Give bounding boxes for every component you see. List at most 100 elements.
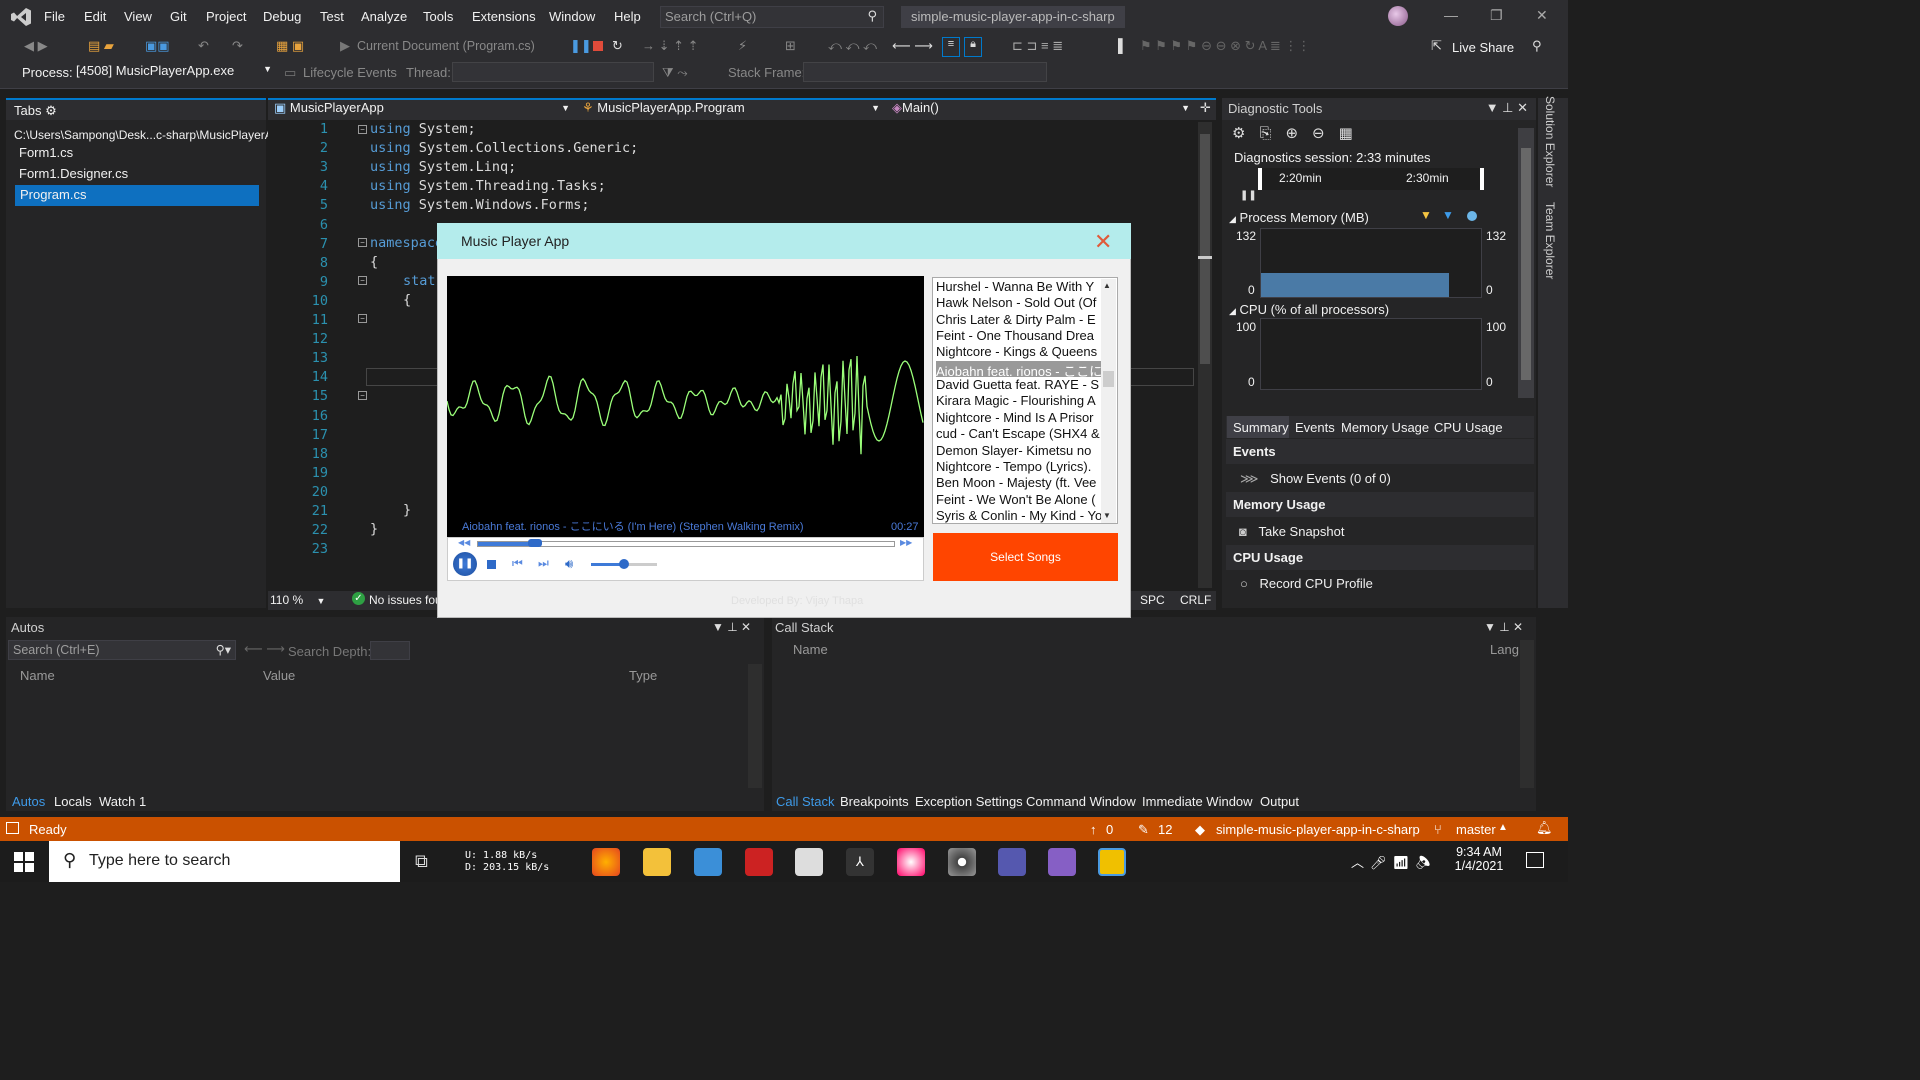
visual-studio-taskbar-icon[interactable] xyxy=(1048,848,1076,876)
changes-count[interactable]: 12 xyxy=(1158,822,1172,837)
diag-scrollbar[interactable] xyxy=(1518,128,1534,398)
chevron-down-icon[interactable]: ▼ xyxy=(1103,511,1111,520)
issues-status[interactable]: No issues fou xyxy=(369,593,442,607)
callstack-scrollbar[interactable] xyxy=(1520,640,1534,788)
song-item[interactable]: Hawk Nelson - Sold Out (Of xyxy=(936,295,1102,311)
song-item[interactable]: cud - Can't Escape (SHX4 & xyxy=(936,426,1102,442)
filter-icons[interactable]: ⧩ ⤳ xyxy=(662,65,688,81)
tab-autos[interactable]: Autos xyxy=(12,794,45,809)
song-item[interactable]: Kirara Magic - Flourishing A xyxy=(936,393,1102,409)
collapse-icon[interactable]: − xyxy=(358,238,367,247)
song-item[interactable]: Hurshel - Wanna Be With Y xyxy=(936,279,1102,295)
collapse-icon[interactable]: ◢ xyxy=(1229,214,1236,224)
song-item[interactable]: Feint - We Won't Be Alone ( xyxy=(936,492,1102,508)
song-item[interactable]: Nightcore - Kings & Queens xyxy=(936,344,1102,360)
maximize-icon[interactable]: ❐ xyxy=(1490,7,1503,24)
collapse-icon[interactable]: ◢ xyxy=(1229,306,1236,316)
task-view-icon[interactable]: ⧉ xyxy=(415,851,428,872)
zoom-select[interactable]: 110 % ▼ xyxy=(270,593,325,607)
tab-locals[interactable]: Locals xyxy=(54,794,92,809)
autos-scrollbar[interactable] xyxy=(748,664,762,788)
firefox-icon[interactable] xyxy=(592,848,620,876)
menu-edit[interactable]: Edit xyxy=(84,9,106,24)
current-document-label[interactable]: Current Document (Program.cs) xyxy=(357,39,535,53)
nav-back-icon[interactable]: ⟵ ⟶ xyxy=(892,38,933,54)
back-nav-icon[interactable]: ◀ ▶ xyxy=(24,38,48,54)
song-item[interactable]: Syris & Conlin - My Kind - Yo xyxy=(936,508,1102,523)
menu-analyze[interactable]: Analyze xyxy=(361,9,407,24)
song-item[interactable]: Nightcore - Tempo (Lyrics). xyxy=(936,459,1102,475)
stop-button[interactable] xyxy=(487,560,496,569)
file-explorer-icon[interactable] xyxy=(643,848,671,876)
fast-forward-icon[interactable]: ▶▶ xyxy=(900,538,912,547)
mail-icon[interactable] xyxy=(694,848,722,876)
toggle-icon[interactable]: ≡ xyxy=(942,37,960,57)
action-center-icon[interactable] xyxy=(1526,852,1544,868)
menu-debug[interactable]: Debug xyxy=(263,9,301,24)
song-item[interactable]: Ben Moon - Majesty (ft. Vee xyxy=(936,475,1102,491)
whitespace-indicator[interactable]: SPC xyxy=(1140,593,1165,607)
record-cpu-text[interactable]: Record CPU Profile xyxy=(1259,576,1372,591)
song-item[interactable]: Feint - One Thousand Drea xyxy=(936,328,1102,344)
search-depth-select[interactable] xyxy=(370,641,410,660)
unpushed-count[interactable]: 0 xyxy=(1106,822,1113,837)
browse-icon[interactable]: ▦ ▣ xyxy=(276,38,304,54)
live-share-button[interactable]: Live Share xyxy=(1452,40,1514,55)
menu-git[interactable]: Git xyxy=(170,9,187,24)
acrobat-icon[interactable]: ⅄ xyxy=(846,848,874,876)
taskbar-search-input[interactable]: ⚲ Type here to search xyxy=(49,841,400,882)
pause-icon[interactable]: ❚❚ xyxy=(570,38,592,54)
song-list-scrollbar[interactable]: ▲ ▼ xyxy=(1101,279,1116,523)
seek-bar[interactable] xyxy=(477,539,895,547)
timeline-ruler[interactable] xyxy=(1226,168,1516,190)
teams-icon[interactable] xyxy=(998,848,1026,876)
lifecycle-events-button[interactable]: Lifecycle Events xyxy=(303,65,397,80)
store-icon[interactable] xyxy=(795,848,823,876)
stop-icon[interactable] xyxy=(593,41,603,51)
member-combo[interactable]: ◈Main() ▼ xyxy=(892,100,1194,118)
stack-frame-select[interactable] xyxy=(803,62,1047,82)
branch-name[interactable]: master xyxy=(1456,822,1496,837)
split-editor-icon[interactable]: ✛ xyxy=(1200,100,1211,116)
tab-watch-1[interactable]: Watch 1 xyxy=(99,794,146,809)
thread-select[interactable] xyxy=(452,62,654,82)
volume-slider[interactable] xyxy=(591,559,657,569)
song-item[interactable]: Nightcore - Mind Is A Prisor xyxy=(936,410,1102,426)
collapse-icon[interactable]: − xyxy=(358,314,367,323)
collapse-icon[interactable]: − xyxy=(358,276,367,285)
minimize-icon[interactable]: — xyxy=(1444,7,1458,23)
tab-events[interactable]: Events xyxy=(1295,420,1335,435)
autos-col-type[interactable]: Type xyxy=(629,668,657,683)
class-combo[interactable]: ⚘ MusicPlayerApp.Program ▼ xyxy=(582,100,884,118)
tab-exception-settings[interactable]: Exception Settings xyxy=(915,794,1023,809)
panel-window-icons[interactable]: ▼ ⊥ ✕ xyxy=(1484,620,1523,634)
bookmark-nav-icons[interactable]: ⤺ ⤺ ⤺ xyxy=(828,38,877,54)
previous-button[interactable]: ⏮︎ xyxy=(512,556,523,571)
quick-search-input[interactable]: Search (Ctrl+Q) ⚲ xyxy=(660,6,884,28)
start-icon[interactable]: ▶ xyxy=(340,38,350,54)
step-icons[interactable]: → ⇣ ⇡ ⇡ xyxy=(642,38,699,54)
branch-menu-icon[interactable]: ▲ xyxy=(1498,822,1508,833)
autos-col-name[interactable]: Name xyxy=(20,668,55,683)
open-file-item[interactable]: Program.cs xyxy=(15,185,259,206)
menu-test[interactable]: Test xyxy=(320,9,344,24)
bookmark-icon[interactable]: ▌ xyxy=(1118,38,1127,53)
menu-help[interactable]: Help xyxy=(614,9,641,24)
select-songs-button[interactable]: Select Songs xyxy=(933,533,1118,581)
callstack-col-lang[interactable]: Lang xyxy=(1490,642,1519,657)
panel-window-icons[interactable]: ▼ ⊥ ✕ xyxy=(712,620,751,634)
autos-search-input[interactable]: Search (Ctrl+E) ⚲▾ xyxy=(8,640,236,660)
menu-tools[interactable]: Tools xyxy=(423,9,453,24)
editor-scrollbar[interactable] xyxy=(1198,122,1212,588)
solution-explorer-tab[interactable]: Solution Explorer xyxy=(1543,96,1557,187)
show-events-text[interactable]: Show Events (0 of 0) xyxy=(1270,471,1391,486)
account-avatar[interactable] xyxy=(1388,6,1408,26)
song-item[interactable]: Chris Later & Dirty Palm - E xyxy=(936,312,1102,328)
feedback-icon[interactable]: ⚲ xyxy=(1532,38,1542,54)
process-select[interactable]: [4508] MusicPlayerApp.exe ▼ xyxy=(72,62,274,82)
scroll-thumb[interactable] xyxy=(1103,371,1114,387)
song-item[interactable]: Aiobahn feat. rionos - ここに xyxy=(936,360,1102,378)
search-nav-arrows[interactable]: ⟵ ⟶ xyxy=(244,641,285,657)
song-list[interactable]: Hurshel - Wanna Be With Y Hawk Nelson - S… xyxy=(932,277,1118,524)
seek-thumb[interactable] xyxy=(528,539,543,547)
